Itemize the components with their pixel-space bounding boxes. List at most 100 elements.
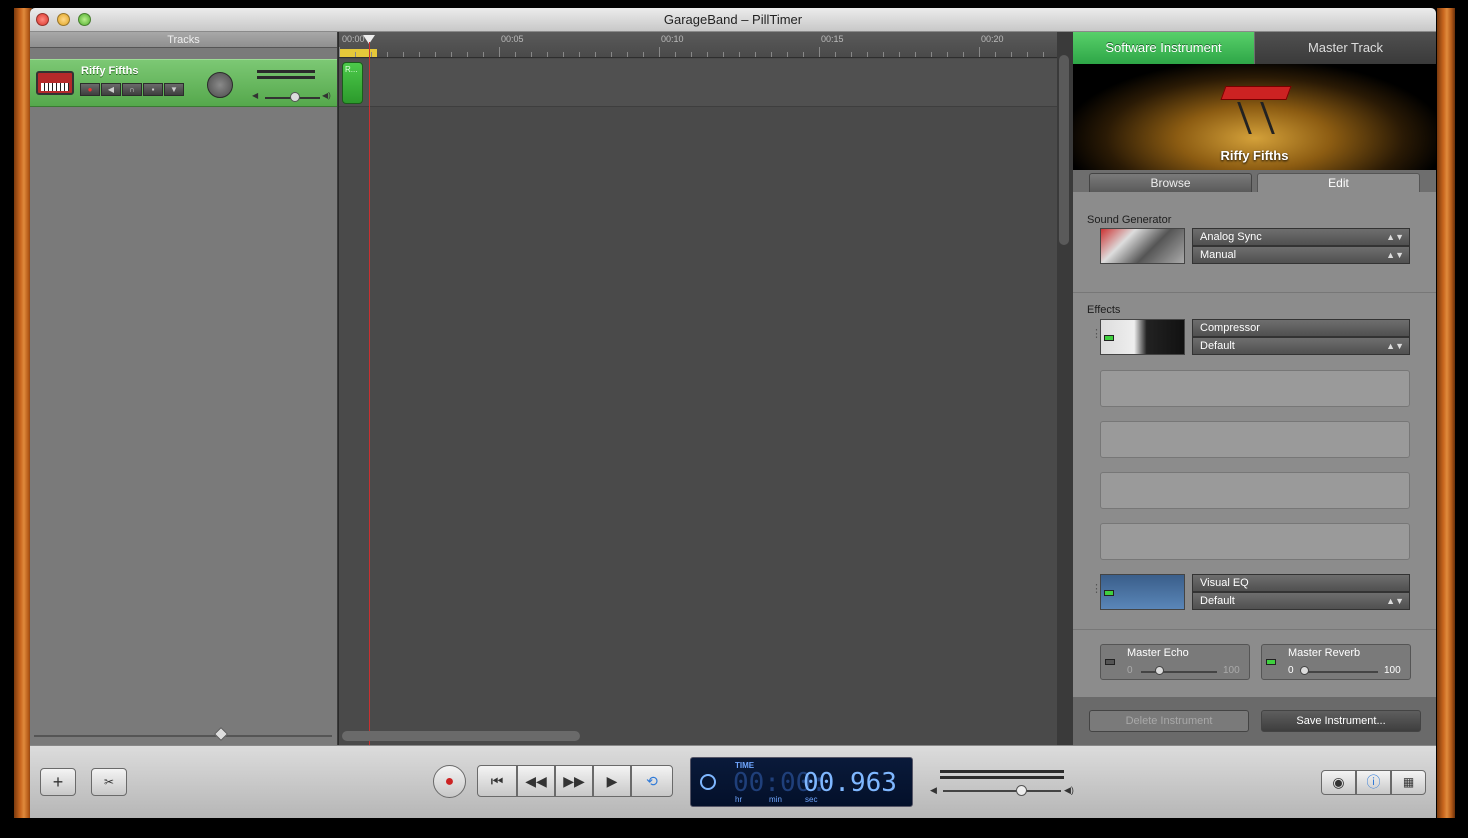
record-enable-button[interactable]: ● (80, 83, 100, 96)
ruler-tick (1011, 52, 1012, 57)
lcd-unit-min: min (769, 795, 782, 804)
lcd-display[interactable]: TIME 00:00: 00.963 hr min sec (690, 757, 913, 807)
ruler-tick (579, 52, 580, 57)
media-browser-icon[interactable]: ▦ (1391, 770, 1426, 795)
visual-eq-preset-select[interactable]: Default ▲▼ (1192, 592, 1410, 610)
ruler-tick (1027, 52, 1028, 57)
master-volume-track[interactable] (943, 790, 1061, 792)
master-echo-max: 100 (1223, 665, 1240, 676)
generator-select[interactable]: Analog Sync ▲▼ (1192, 228, 1410, 246)
level-meter-left (257, 70, 315, 73)
track-options-chevron-icon[interactable]: ▼ (164, 83, 184, 96)
tab-browse[interactable]: Browse (1089, 173, 1252, 192)
lcd-unit-hr: hr (735, 795, 743, 804)
instrument-name: Riffy Fifths (1220, 148, 1289, 163)
delete-instrument-button[interactable]: Delete Instrument (1089, 710, 1249, 732)
ruler-tick (771, 52, 772, 57)
solo-headphones-icon[interactable]: ∩ (122, 83, 142, 96)
master-echo-slider-thumb[interactable] (1155, 666, 1164, 675)
ruler-tick (835, 52, 836, 57)
volume-slider-thumb[interactable] (290, 92, 300, 102)
sound-generator-label: Sound Generator (1087, 214, 1172, 226)
ruler-tick (963, 52, 964, 57)
tab-software-instrument[interactable]: Software Instrument (1073, 32, 1254, 64)
ruler-label: 00:20 (981, 34, 1004, 44)
ruler-tick (595, 52, 596, 57)
ruler-tick (947, 52, 948, 57)
master-echo-label: Master Echo (1127, 647, 1189, 659)
compressor-preset-select[interactable]: Default ▲▼ (1192, 337, 1410, 355)
master-echo-min: 0 (1127, 665, 1133, 676)
master-reverb-min: 0 (1288, 665, 1294, 676)
ruler-tick (787, 52, 788, 57)
ruler-tick (451, 52, 452, 57)
ruler-tick (691, 52, 692, 57)
master-level-meter-right (940, 776, 1064, 779)
fast-forward-icon[interactable]: ▶▶ (555, 765, 593, 797)
rewind-icon[interactable]: ◀◀ (517, 765, 555, 797)
empty-effect-slot-4[interactable] (1100, 523, 1410, 560)
master-echo-power-led[interactable] (1105, 659, 1115, 665)
record-button[interactable]: ● (433, 765, 466, 798)
zoom-button[interactable] (78, 13, 91, 26)
ruler-tick (1043, 52, 1044, 57)
beat-ruler[interactable]: 00:00 00:05 00:10 00:15 00:20 (339, 32, 1058, 58)
go-to-beginning-icon[interactable]: ⏮ (477, 765, 517, 797)
ruler-tick (803, 52, 804, 57)
track-header-riffy-fifths[interactable]: Riffy Fifths ● ◀ ∩ ▪ ▼ ◀ ◀) (30, 59, 337, 107)
play-icon[interactable]: ▶ (593, 765, 631, 797)
pan-knob[interactable] (207, 72, 233, 98)
master-echo-slider-track[interactable] (1141, 671, 1217, 673)
minimize-button[interactable] (57, 13, 70, 26)
track-info-icon[interactable]: ⓘ (1356, 770, 1391, 795)
mute-button[interactable]: ◀ (101, 83, 121, 96)
master-reverb-slider-thumb[interactable] (1300, 666, 1309, 675)
ruler-tick (627, 52, 628, 57)
ruler-tick (531, 52, 532, 57)
master-reverb-max: 100 (1384, 665, 1401, 676)
ruler-tick (707, 52, 708, 57)
scissors-editor-icon[interactable]: ✂ (91, 768, 127, 796)
master-volume-thumb[interactable] (1016, 785, 1027, 796)
track-name[interactable]: Riffy Fifths (81, 65, 138, 77)
compressor-name[interactable]: Compressor (1192, 319, 1410, 337)
ruler-tick (739, 52, 740, 57)
close-button[interactable] (36, 13, 49, 26)
lock-icon[interactable]: ▪ (143, 83, 163, 96)
master-level-meter-left (940, 770, 1064, 773)
track-lane[interactable] (339, 59, 1058, 107)
loop-browser-eye-icon[interactable]: ◉ (1321, 770, 1356, 795)
ruler-tick (483, 52, 484, 57)
master-reverb-power-led[interactable] (1266, 659, 1276, 665)
add-track-plus-icon[interactable]: + (40, 768, 76, 796)
transport-bar: + ✂ ● ⏮ ◀◀ ▶▶ ▶ ⟲ TIME 00:00: 00.963 hr … (30, 745, 1436, 818)
save-instrument-button[interactable]: Save Instrument... (1261, 710, 1421, 732)
timeline[interactable]: 00:00 00:05 00:10 00:15 00:20 R... (338, 32, 1058, 745)
speaker-low-icon: ◀ (930, 785, 937, 795)
compressor-power-led[interactable] (1104, 335, 1114, 341)
empty-effect-slot-1[interactable] (1100, 370, 1410, 407)
master-reverb-label: Master Reverb (1288, 647, 1361, 659)
midi-region[interactable]: R... (342, 62, 363, 104)
generator-preset-select[interactable]: Manual ▲▼ (1192, 246, 1410, 264)
ruler-tick (755, 52, 756, 57)
tab-edit[interactable]: Edit (1257, 173, 1420, 192)
visual-eq-name[interactable]: Visual EQ (1192, 574, 1410, 592)
clock-icon[interactable] (700, 774, 716, 790)
synth-cables-icon[interactable] (1100, 228, 1185, 264)
master-reverb-slider-track[interactable] (1302, 671, 1378, 673)
zoom-slider-track[interactable] (34, 735, 332, 737)
empty-effect-slot-2[interactable] (1100, 421, 1410, 458)
empty-effect-slot-3[interactable] (1100, 472, 1410, 509)
ruler-tick (435, 52, 436, 57)
vertical-scrollbar[interactable] (1059, 55, 1069, 245)
zoom-slider-thumb[interactable] (213, 726, 229, 742)
wood-frame-right (1437, 8, 1455, 818)
cycle-loop-icon[interactable]: ⟲ (631, 765, 673, 797)
horizontal-scrollbar[interactable] (342, 731, 580, 741)
ruler-tick (339, 47, 340, 57)
ruler-tick (931, 52, 932, 57)
tab-master-track[interactable]: Master Track (1255, 32, 1436, 64)
ruler-tick (979, 47, 980, 57)
visual-eq-power-led[interactable] (1104, 590, 1114, 596)
